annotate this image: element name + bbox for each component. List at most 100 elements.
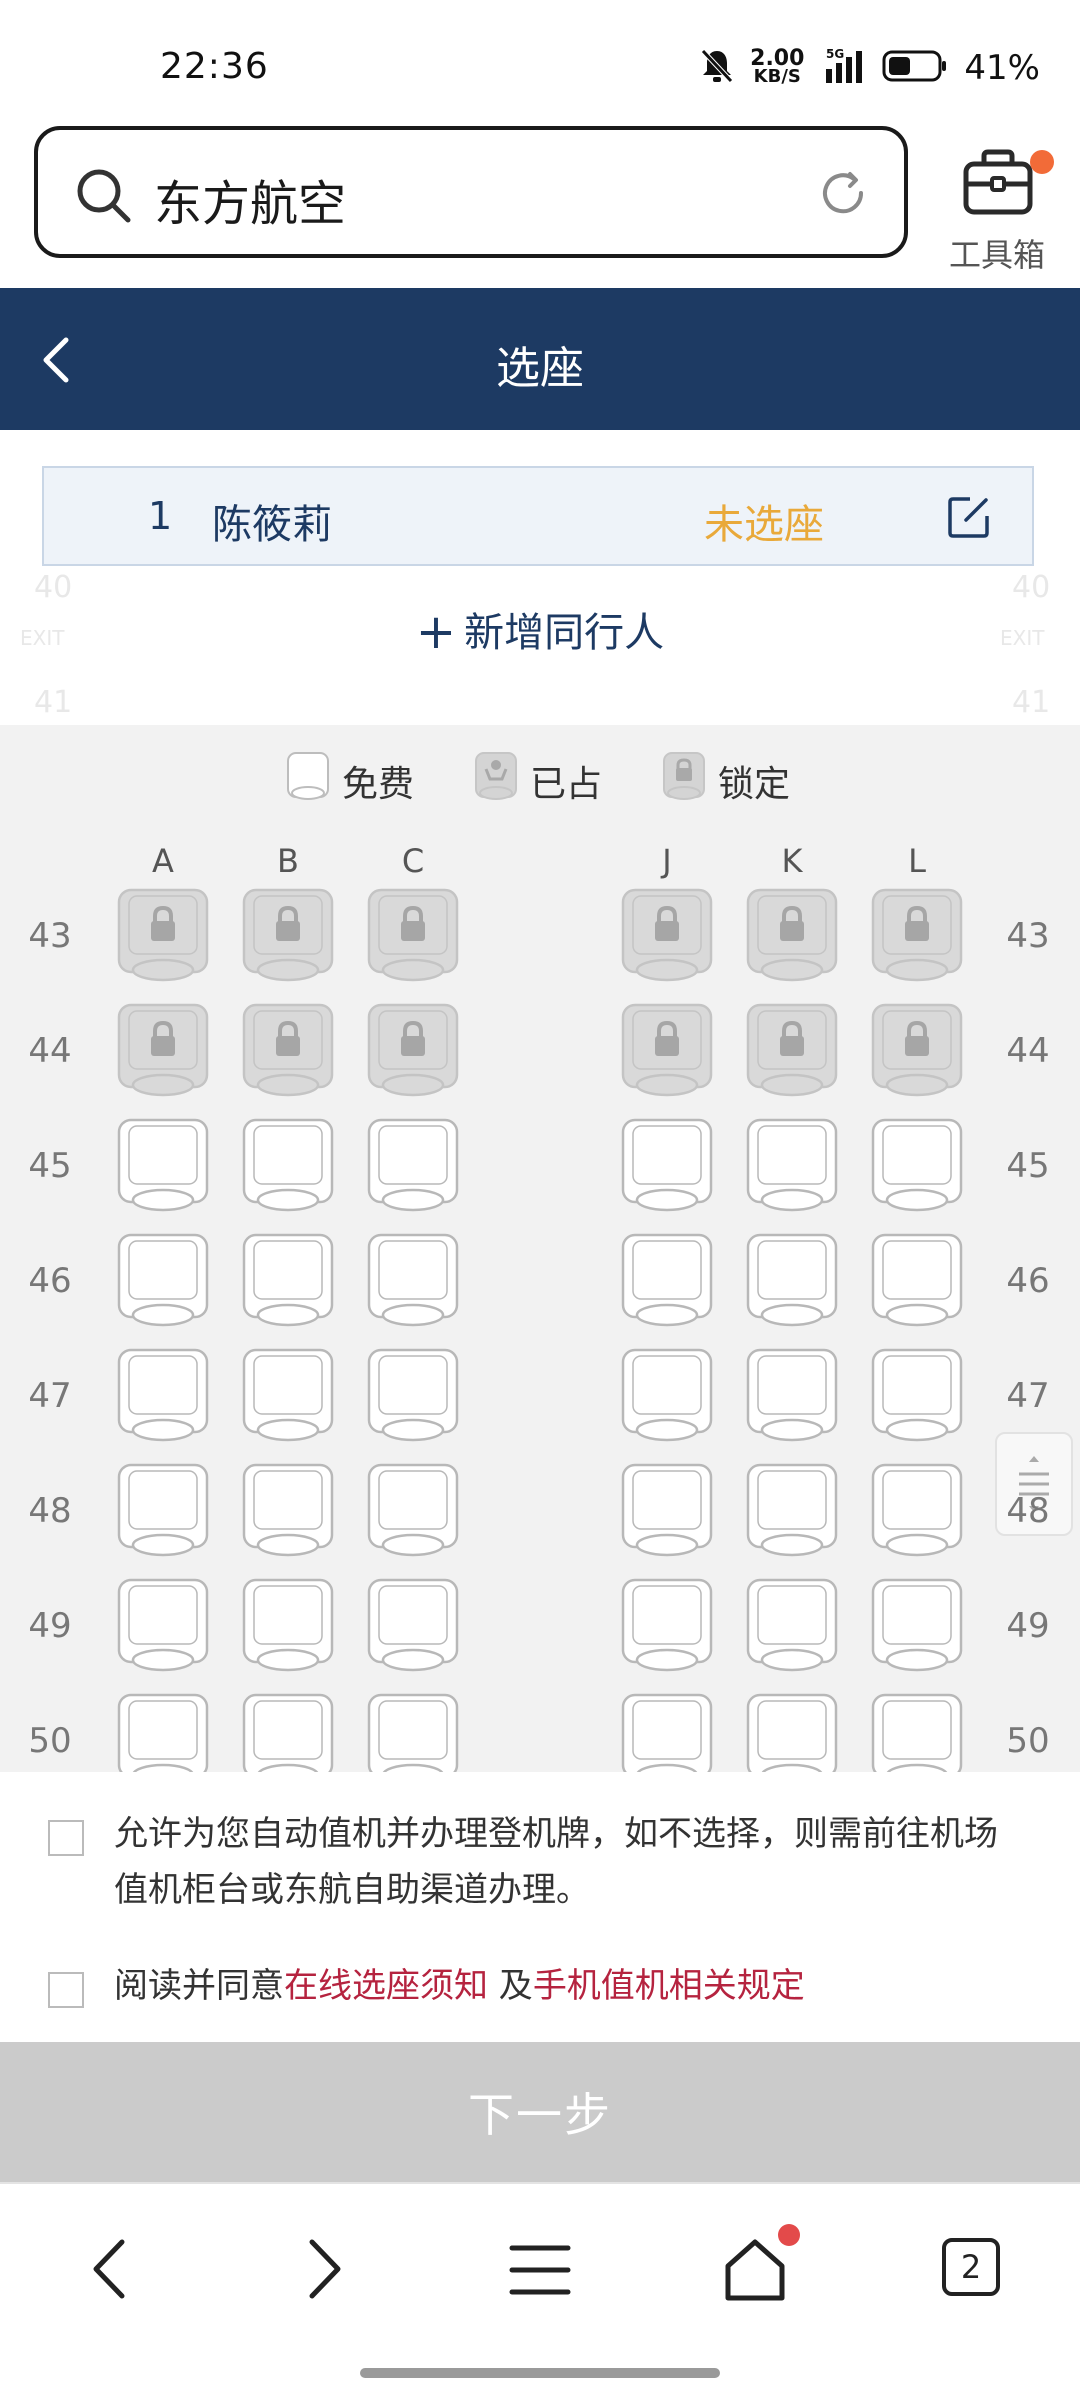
seat-48C-free[interactable] [367, 1463, 459, 1559]
seat-46B-free[interactable] [242, 1233, 334, 1329]
row-label: 47 [1006, 1376, 1050, 1416]
auto-checkin-checkbox[interactable] [48, 1820, 84, 1856]
seat-43L-locked [871, 888, 963, 984]
edit-icon[interactable] [946, 494, 992, 544]
seat-49B-free[interactable] [242, 1578, 334, 1674]
browser-forward-button[interactable] [300, 2234, 350, 2308]
column-label: A [152, 842, 174, 880]
legend-locked: 锁定 [662, 751, 790, 810]
seat-50C-free[interactable] [367, 1693, 459, 1772]
next-step-button[interactable]: 下一步 [0, 2042, 1080, 2182]
refresh-icon[interactable] [816, 166, 870, 224]
seat-49C-free[interactable] [367, 1578, 459, 1674]
seat-43K-locked [746, 888, 838, 984]
seat-46L-free[interactable] [871, 1233, 963, 1329]
seat-49J-free[interactable] [621, 1578, 713, 1674]
seat-50K-free[interactable] [746, 1693, 838, 1772]
seat-50L-free[interactable] [871, 1693, 963, 1772]
seat-45A-free[interactable] [117, 1118, 209, 1214]
seat-46K-free[interactable] [746, 1233, 838, 1329]
column-label: K [781, 842, 803, 880]
legend-occupied: 已占 [474, 751, 602, 810]
seat-47B-free[interactable] [242, 1348, 334, 1444]
signal-5g-icon: 5G [820, 47, 866, 89]
seat-44C-locked [367, 1003, 459, 1099]
seat-47K-free[interactable] [746, 1348, 838, 1444]
seat-46C-free[interactable] [367, 1233, 459, 1329]
seat-48J-free[interactable] [621, 1463, 713, 1559]
add-companion-button[interactable]: + 新增同行人 [0, 600, 1080, 660]
row-label: 43 [1006, 916, 1050, 956]
seat-49A-free[interactable] [117, 1578, 209, 1674]
row-label: 45 [1006, 1146, 1050, 1186]
seat-43B-locked [242, 888, 334, 984]
seat-49L-free[interactable] [871, 1578, 963, 1674]
seat-43A-locked [117, 888, 209, 984]
row-label: 46 [1006, 1261, 1050, 1301]
row-label: 48 [28, 1491, 72, 1531]
seat-45L-free[interactable] [871, 1118, 963, 1214]
row-label: 49 [1006, 1606, 1050, 1646]
add-companion-label: 新增同行人 [464, 610, 665, 656]
seat-47J-free[interactable] [621, 1348, 713, 1444]
seat-44K-locked [746, 1003, 838, 1099]
seat-46J-free[interactable] [621, 1233, 713, 1329]
home-notification-dot [778, 2224, 800, 2246]
free-seat-icon [286, 751, 330, 810]
seat-45K-free[interactable] [746, 1118, 838, 1214]
agree-terms-checkbox[interactable] [48, 1972, 84, 2008]
seat-48L-free[interactable] [871, 1463, 963, 1559]
seat-45B-free[interactable] [242, 1118, 334, 1214]
seat-46A-free[interactable] [117, 1233, 209, 1329]
status-icons: 2.00 KB/S 5G 41% [700, 44, 1040, 92]
seat-50A-free[interactable] [117, 1693, 209, 1772]
seat-45J-free[interactable] [621, 1118, 713, 1214]
search-query-text: 东方航空 [154, 176, 347, 232]
page-header: 选座 [0, 288, 1080, 430]
seat-48K-free[interactable] [746, 1463, 838, 1559]
column-label: J [662, 842, 672, 880]
seat-50B-free[interactable] [242, 1693, 334, 1772]
seat-48A-free[interactable] [117, 1463, 209, 1559]
tabs-button[interactable]: 2 [942, 2238, 1000, 2296]
row-label: 43 [28, 916, 72, 956]
plus-icon: + [415, 604, 457, 660]
seat-selection-notice-link[interactable]: 在线选座须知 [284, 1966, 488, 2006]
agreement-section: 允许为您自动值机并办理登机牌，如不选择，则需前往机场 值机柜台或东航自助渠道办理… [0, 1772, 1080, 2042]
battery-icon [882, 49, 948, 87]
seat-49K-free[interactable] [746, 1578, 838, 1674]
browser-back-button[interactable] [84, 2234, 134, 2308]
seat-45C-free[interactable] [367, 1118, 459, 1214]
passenger-card[interactable]: 1 陈筱莉 未选座 [42, 466, 1034, 566]
status-bar: 22:36 2.00 KB/S 5G 41% [0, 0, 1080, 120]
browser-bar: 东方航空 工具箱 [0, 120, 1080, 288]
browser-search-box[interactable]: 东方航空 [34, 126, 908, 258]
column-label: L [908, 842, 926, 880]
home-icon[interactable] [722, 2236, 788, 2306]
seat-48B-free[interactable] [242, 1463, 334, 1559]
occupied-seat-icon [474, 751, 518, 810]
seat-44L-locked [871, 1003, 963, 1099]
legend-free: 免费 [286, 751, 414, 810]
row-label: 44 [28, 1031, 72, 1071]
seat-47L-free[interactable] [871, 1348, 963, 1444]
toolbox-label: 工具箱 [948, 236, 1045, 274]
seat-43J-locked [621, 888, 713, 984]
seat-status: 未选座 [704, 502, 824, 548]
auto-checkin-text: 允许为您自动值机并办理登机牌，如不选择，则需前往机场 值机柜台或东航自助渠道办理… [114, 1814, 998, 1910]
seat-legend: 免费 已占 锁定 [0, 745, 1080, 805]
row-label: 50 [28, 1721, 72, 1761]
faded-row-label: 41 [1012, 685, 1051, 720]
row-label: 45 [28, 1146, 72, 1186]
row-label: 46 [28, 1261, 72, 1301]
mobile-checkin-rules-link[interactable]: 手机值机相关规定 [533, 1966, 805, 2006]
net-speed: 2.00 KB/S [750, 46, 805, 87]
menu-icon[interactable] [508, 2238, 572, 2306]
row-label: 50 [1006, 1721, 1050, 1761]
seat-47C-free[interactable] [367, 1348, 459, 1444]
passenger-index: 1 [148, 494, 173, 538]
toolbox-button[interactable]: 工具箱 [938, 134, 1056, 274]
seat-47A-free[interactable] [117, 1348, 209, 1444]
mute-bell-icon [700, 48, 734, 88]
seat-50J-free[interactable] [621, 1693, 713, 1772]
